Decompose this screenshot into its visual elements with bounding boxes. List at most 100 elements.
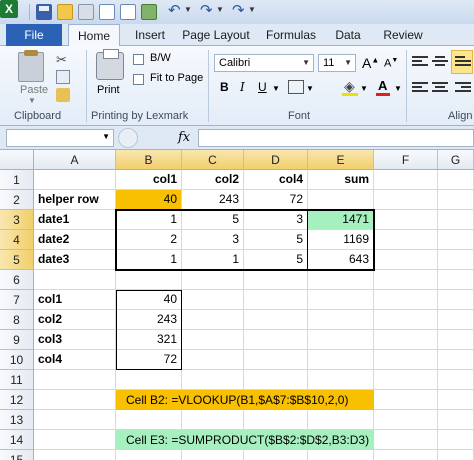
undo-icon[interactable]: ↶ bbox=[168, 2, 181, 20]
redo-icon[interactable]: ↷ bbox=[200, 2, 213, 20]
grid-cell[interactable] bbox=[116, 270, 182, 290]
grid-cell[interactable] bbox=[308, 350, 374, 370]
paste-button[interactable]: Paste bbox=[20, 84, 48, 96]
row-header-9[interactable]: 9 bbox=[0, 330, 34, 350]
cell-a7[interactable]: col1 bbox=[34, 290, 116, 310]
column-header-d[interactable]: D bbox=[244, 150, 308, 170]
note-sumproduct[interactable]: Cell E3: =SUMPRODUCT($B$2:$D$2,B3:D3) bbox=[116, 430, 374, 450]
bw-checkbox[interactable] bbox=[133, 54, 144, 65]
grid-cell[interactable] bbox=[308, 190, 374, 210]
grid-cell[interactable] bbox=[244, 310, 308, 330]
grid-cell[interactable] bbox=[438, 230, 474, 250]
tab-formulas[interactable]: Formulas bbox=[258, 24, 324, 46]
grid-cell[interactable] bbox=[244, 450, 308, 460]
grid-cell[interactable] bbox=[244, 330, 308, 350]
grid-cell[interactable] bbox=[374, 430, 438, 450]
grid-cell[interactable] bbox=[374, 230, 438, 250]
row-header-7[interactable]: 7 bbox=[0, 290, 34, 310]
grid-cell[interactable] bbox=[374, 330, 438, 350]
chevron-down-icon[interactable]: ▼ bbox=[216, 5, 224, 14]
grid-cell[interactable] bbox=[374, 450, 438, 460]
font-name-select[interactable]: Calibri ▼ bbox=[214, 54, 314, 72]
grid-cell[interactable] bbox=[182, 270, 244, 290]
row-header-4[interactable]: 4 bbox=[0, 230, 34, 250]
column-header-b[interactable]: B bbox=[116, 150, 182, 170]
align-top-icon[interactable] bbox=[412, 56, 428, 70]
grid-cell[interactable] bbox=[116, 410, 182, 430]
grow-font-icon[interactable]: A▲ bbox=[362, 55, 379, 71]
row-header-5[interactable]: 5 bbox=[0, 250, 34, 270]
grid-cell[interactable] bbox=[182, 350, 244, 370]
cell-d5[interactable]: 5 bbox=[244, 250, 308, 270]
grid-cell[interactable] bbox=[182, 290, 244, 310]
chevron-down-icon[interactable]: ▼ bbox=[184, 5, 192, 14]
grid-cell[interactable] bbox=[244, 270, 308, 290]
grid-cell[interactable] bbox=[34, 170, 116, 190]
grid-cell[interactable] bbox=[374, 170, 438, 190]
grid-cell[interactable] bbox=[244, 350, 308, 370]
grid-cell[interactable] bbox=[374, 270, 438, 290]
select-all-corner[interactable] bbox=[0, 150, 34, 170]
grid-cell[interactable] bbox=[438, 170, 474, 190]
align-right-icon[interactable] bbox=[455, 82, 471, 96]
align-middle-icon[interactable] bbox=[432, 56, 448, 70]
row-header-3[interactable]: 3 bbox=[0, 210, 34, 230]
grid-cell[interactable] bbox=[374, 350, 438, 370]
grid-cell[interactable] bbox=[34, 390, 116, 410]
tab-insert[interactable]: Insert bbox=[124, 24, 176, 46]
cell-c5[interactable]: 1 bbox=[182, 250, 244, 270]
open-folder-icon[interactable] bbox=[57, 4, 73, 20]
cell-d2[interactable]: 72 bbox=[244, 190, 308, 210]
bold-button[interactable]: B bbox=[220, 80, 229, 94]
row-header-13[interactable]: 13 bbox=[0, 410, 34, 430]
grid-cell[interactable] bbox=[34, 370, 116, 390]
align-left-icon[interactable] bbox=[412, 82, 428, 96]
cell-a5[interactable]: date3 bbox=[34, 250, 116, 270]
cell-c3[interactable]: 5 bbox=[182, 210, 244, 230]
column-header-e[interactable]: E bbox=[308, 150, 374, 170]
grid-cell[interactable] bbox=[34, 430, 116, 450]
row-header-10[interactable]: 10 bbox=[0, 350, 34, 370]
grid-cell[interactable] bbox=[374, 250, 438, 270]
chevron-down-icon[interactable]: ▼ bbox=[394, 84, 402, 93]
chevron-down-icon[interactable]: ▼ bbox=[248, 5, 256, 14]
grid-cell[interactable] bbox=[374, 310, 438, 330]
grid-cell[interactable] bbox=[438, 290, 474, 310]
redo-icon[interactable]: ↷ bbox=[232, 2, 245, 20]
note-vlookup[interactable]: Cell B2: =VLOOKUP(B1,$A$7:$B$10,2,0) bbox=[116, 390, 374, 410]
grid-cell[interactable] bbox=[308, 310, 374, 330]
row-header-1[interactable]: 1 bbox=[0, 170, 34, 190]
fit-to-page-checkbox[interactable] bbox=[133, 74, 144, 85]
grid-cell[interactable] bbox=[438, 270, 474, 290]
formula-bar-handle[interactable] bbox=[118, 128, 138, 148]
cell-b9[interactable]: 321 bbox=[116, 330, 182, 350]
grid-cell[interactable] bbox=[116, 370, 182, 390]
grid-cell[interactable] bbox=[438, 390, 474, 410]
chevron-down-icon[interactable]: ▼ bbox=[360, 84, 368, 93]
grid-cell[interactable] bbox=[374, 410, 438, 430]
cell-e1[interactable]: sum bbox=[308, 170, 374, 190]
font-color-icon[interactable]: A bbox=[378, 78, 387, 93]
copy-icon[interactable] bbox=[56, 70, 70, 84]
grid-cell[interactable] bbox=[182, 310, 244, 330]
borders-icon[interactable] bbox=[288, 80, 304, 94]
grid-cell[interactable] bbox=[374, 390, 438, 410]
grid-cell[interactable] bbox=[308, 450, 374, 460]
tab-home[interactable]: Home bbox=[68, 24, 120, 47]
cell-b2[interactable]: 40 bbox=[116, 190, 182, 210]
grid-cell[interactable] bbox=[308, 290, 374, 310]
grid-cell[interactable] bbox=[244, 410, 308, 430]
insert-function-icon[interactable]: fx bbox=[178, 130, 190, 145]
row-header-11[interactable]: 11 bbox=[0, 370, 34, 390]
row-header-8[interactable]: 8 bbox=[0, 310, 34, 330]
cut-icon[interactable]: ✂ bbox=[56, 52, 70, 67]
tab-review[interactable]: Review bbox=[378, 24, 428, 46]
cell-a3[interactable]: date1 bbox=[34, 210, 116, 230]
grid-cell[interactable] bbox=[374, 290, 438, 310]
cell-b3[interactable]: 1 bbox=[116, 210, 182, 230]
cell-d3[interactable]: 3 bbox=[244, 210, 308, 230]
cell-a9[interactable]: col3 bbox=[34, 330, 116, 350]
cell-a4[interactable]: date2 bbox=[34, 230, 116, 250]
grid-cell[interactable] bbox=[438, 410, 474, 430]
cell-c2[interactable]: 243 bbox=[182, 190, 244, 210]
